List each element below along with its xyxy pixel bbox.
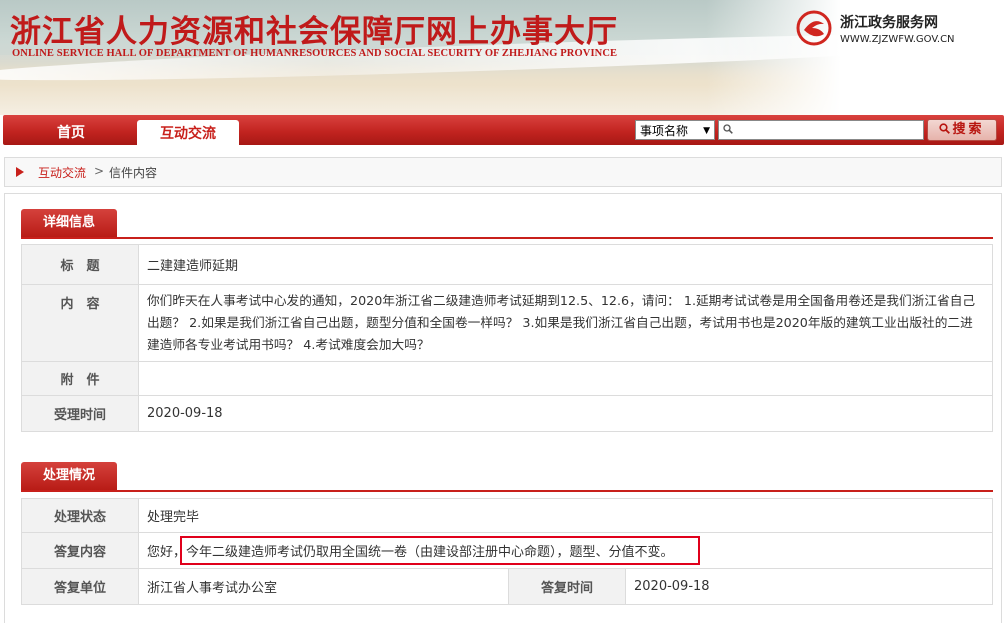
- content-value: 你们昨天在人事考试中心发的通知，2020年浙江省二级建造师考试延期到12.5、1…: [138, 284, 993, 362]
- attachment-value: [138, 361, 993, 396]
- search-box[interactable]: [718, 120, 924, 140]
- nav-home-link[interactable]: 首页: [31, 122, 111, 142]
- content-label: 内 容: [21, 284, 139, 362]
- reply-time-label: 答复时间: [508, 568, 626, 605]
- breadcrumb-arrow-icon: [16, 167, 24, 177]
- breadcrumb-current: 信件内容: [109, 166, 158, 180]
- detail-table: 标 题 二建建造师延期 内 容 你们昨天在人事考试中心发的通知，2020年浙江省…: [21, 244, 993, 432]
- handling-section-title: 处理情况: [21, 462, 117, 490]
- main-nav: 首页 互动交流 事项名称 ▼ 搜索: [3, 115, 1004, 150]
- site-title: 浙江省人力资源和社会保障厅网上办事大厅: [10, 14, 618, 50]
- detail-section-header: 详细信息: [21, 209, 993, 239]
- nav-tab-interaction[interactable]: 互动交流: [137, 120, 239, 150]
- reply-unit-label: 答复单位: [21, 568, 139, 605]
- reply-unit-value: 浙江省人事考试办公室: [138, 568, 509, 605]
- search-button-label: 搜索: [952, 122, 985, 137]
- reply-highlight-box: 今年二级建造师考试仍取用全国统一卷（由建设部注册中心命题），题型、分值不变。: [180, 536, 700, 565]
- portal-url[interactable]: WWW.ZJZWFW.GOV.CN: [840, 34, 955, 45]
- breadcrumb-separator: >: [94, 164, 105, 178]
- detail-section-title: 详细信息: [21, 209, 117, 237]
- table-row: 附 件: [21, 361, 993, 396]
- attachment-label: 附 件: [21, 361, 139, 396]
- status-label: 处理状态: [21, 498, 139, 533]
- handling-section-header: 处理情况: [21, 462, 993, 492]
- dropdown-arrow-icon: ▼: [703, 126, 710, 136]
- search-input[interactable]: [737, 122, 921, 138]
- table-row: 标 题 二建建造师延期: [21, 244, 993, 285]
- table-row: 受理时间 2020-09-18: [21, 395, 993, 432]
- table-row: 处理状态 处理完毕: [21, 498, 993, 533]
- site-subtitle: ONLINE SERVICE HALL OF DEPARTMENT OF HUM…: [12, 48, 618, 59]
- handling-table: 处理状态 处理完毕 答复内容 您好，今年二级建造师考试仍取用全国统一卷（由建设部…: [21, 498, 993, 605]
- table-row: 答复单位 浙江省人事考试办公室 答复时间 2020-09-18: [21, 568, 993, 605]
- title-label: 标 题: [21, 244, 139, 285]
- zjzw-logo-icon[interactable]: [796, 10, 832, 46]
- breadcrumb-parent-link[interactable]: 互动交流: [38, 164, 86, 181]
- search-icon: [723, 124, 733, 134]
- breadcrumb: 互动交流 > 信件内容: [4, 157, 1002, 187]
- portal-name[interactable]: 浙江政务服务网: [840, 12, 938, 32]
- reply-time-value: 2020-09-18: [625, 568, 993, 605]
- search-button-icon: [939, 123, 951, 134]
- title-value: 二建建造师延期: [138, 244, 993, 285]
- received-time-label: 受理时间: [21, 395, 139, 432]
- status-value: 处理完毕: [138, 498, 993, 533]
- search-type-select[interactable]: 事项名称 ▼: [635, 120, 715, 140]
- reply-label: 答复内容: [21, 532, 139, 569]
- header-banner: 浙江省人力资源和社会保障厅网上办事大厅 ONLINE SERVICE HALL …: [0, 0, 1006, 115]
- received-time-value: 2020-09-18: [138, 395, 993, 432]
- search-button[interactable]: 搜索: [927, 119, 997, 141]
- table-row: 答复内容 您好，今年二级建造师考试仍取用全国统一卷（由建设部注册中心命题），题型…: [21, 532, 993, 569]
- content-panel: 详细信息 标 题 二建建造师延期 内 容 你们昨天在人事考试中心发的通知，202…: [4, 193, 1002, 623]
- table-row: 内 容 你们昨天在人事考试中心发的通知，2020年浙江省二级建造师考试延期到12…: [21, 284, 993, 362]
- search-type-value: 事项名称: [640, 124, 689, 138]
- reply-content: 您好，今年二级建造师考试仍取用全国统一卷（由建设部注册中心命题），题型、分值不变…: [138, 532, 993, 569]
